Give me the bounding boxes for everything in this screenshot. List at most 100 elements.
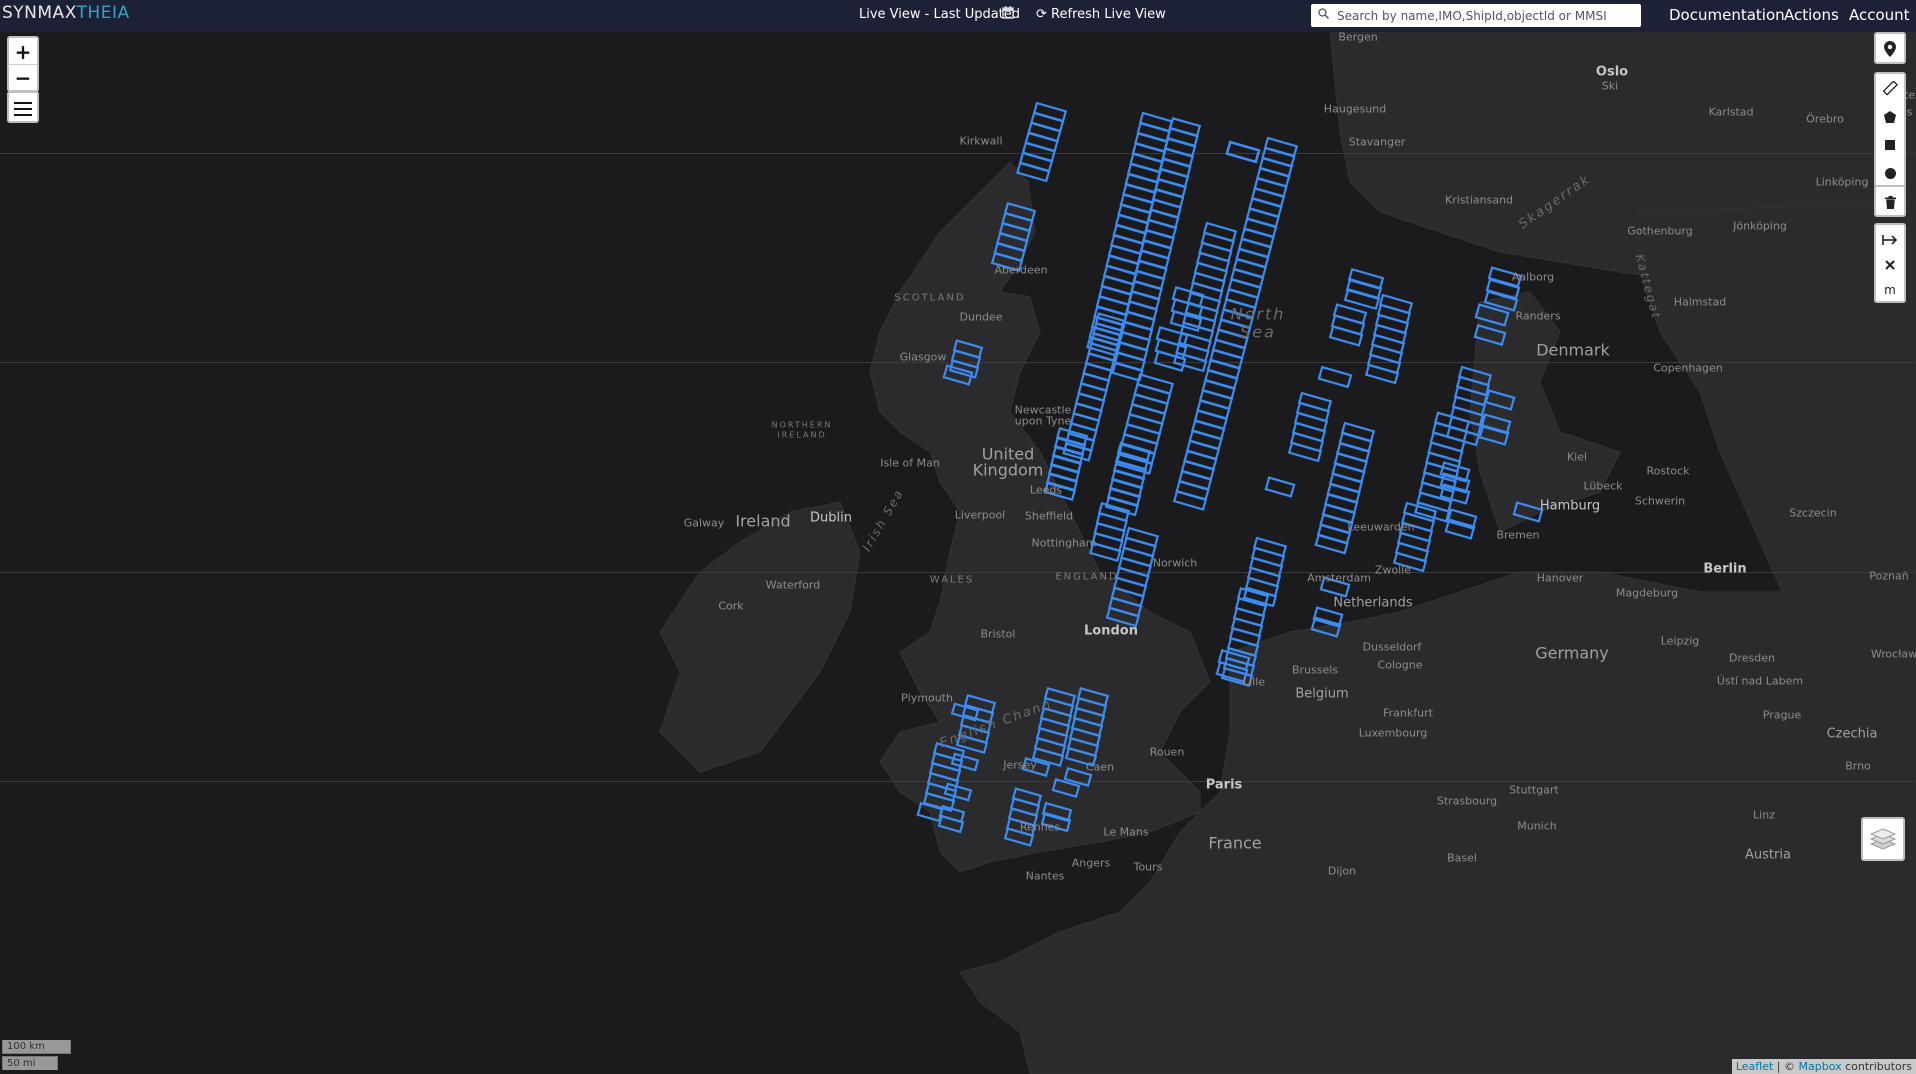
satellite-image-footprint[interactable] <box>1047 462 1081 484</box>
attribution-text: contributors <box>1841 1060 1912 1073</box>
map-label: Ústí nad Labem <box>1716 674 1804 688</box>
satellite-image-footprint[interactable] <box>1473 324 1507 346</box>
map-label: Ireland <box>735 511 791 531</box>
scale-imperial: 50 mi <box>2 1056 58 1070</box>
units-toggle-button[interactable]: m <box>1876 275 1904 305</box>
ruler-icon <box>1882 81 1898 96</box>
delete-tool-button[interactable] <box>1874 185 1906 217</box>
map-label: Linköping <box>1815 175 1869 189</box>
circle-tool-button[interactable] <box>1876 158 1904 188</box>
measure-toolbar: m <box>1874 223 1906 303</box>
satellite-image-footprint[interactable] <box>1172 490 1208 511</box>
rectangle-tool-button[interactable] <box>1876 130 1904 160</box>
actions-menu[interactable]: Actions <box>1784 6 1839 24</box>
map-label: Karlstad <box>1708 105 1754 119</box>
satellite-image-footprint[interactable] <box>1053 435 1087 457</box>
mapbox-link[interactable]: Mapbox <box>1799 1060 1842 1073</box>
map-label: Wrocław <box>1870 647 1916 661</box>
satellite-image-footprint[interactable] <box>1031 746 1065 768</box>
map-label: Brussels <box>1291 663 1339 677</box>
map-label: Berlin <box>1703 561 1747 577</box>
marker-tool-button[interactable] <box>1874 32 1906 64</box>
map-label: Jersey <box>1003 758 1037 772</box>
polygon-tool-button[interactable] <box>1876 102 1904 132</box>
satellite-image-footprint[interactable] <box>1512 501 1544 523</box>
map-label: Linz <box>1753 808 1775 822</box>
satellite-image-footprint[interactable] <box>1343 287 1381 311</box>
satellite-image-footprint[interactable] <box>937 814 965 834</box>
map-label: Waterford <box>765 578 821 592</box>
map-label: Dundee <box>959 310 1003 324</box>
map-label: Aalborg <box>1511 270 1555 284</box>
map-label: Stuttgart <box>1509 783 1559 797</box>
satellite-image-footprint[interactable] <box>1328 325 1364 347</box>
zoom-out-button[interactable]: − <box>9 64 37 92</box>
map-label: Norwich <box>1152 556 1198 570</box>
satellite-image-footprint[interactable] <box>916 801 944 823</box>
map-label: France <box>1208 833 1262 853</box>
calendar-icon[interactable] <box>1002 6 1014 23</box>
map-label: Schwerin <box>1634 494 1686 508</box>
layer-menu-button[interactable] <box>7 91 39 123</box>
satellite-image-footprint[interactable] <box>1317 365 1353 389</box>
refresh-live-view-button[interactable]: ⟳ Refresh Live View <box>1036 7 1166 22</box>
satellite-image-footprint[interactable] <box>1287 441 1323 463</box>
satellite-image-footprint[interactable] <box>1347 267 1385 291</box>
satellite-image-footprint[interactable] <box>1041 801 1073 823</box>
map-view[interactable]: Bergen Oslo Ski Väste Karlstad Örebro Es… <box>0 32 1916 1074</box>
map-label: Hanover <box>1536 571 1584 585</box>
layers-control-button[interactable] <box>1861 817 1905 861</box>
trash-icon <box>1876 187 1904 217</box>
synmax-theia-logo[interactable]: SYNMAXTHEIA <box>2 3 130 23</box>
satellite-image-footprint[interactable] <box>1110 468 1146 490</box>
map-label: Stavanger <box>1348 135 1406 149</box>
map-label: WALES <box>929 574 975 586</box>
map-label: Kingdom <box>972 460 1044 480</box>
map-label: Angers <box>1071 856 1111 870</box>
ruler-tool-button[interactable] <box>1876 74 1904 104</box>
satellite-image-footprint[interactable] <box>1264 476 1296 498</box>
account-menu[interactable]: Account <box>1849 6 1910 24</box>
satellite-image-footprint[interactable] <box>1364 363 1400 385</box>
satellite-image-footprint[interactable] <box>1345 277 1383 301</box>
leaflet-link[interactable]: Leaflet <box>1736 1060 1773 1073</box>
map-label: Oslo <box>1595 64 1629 80</box>
map-label: Lübeck <box>1583 479 1623 493</box>
map-label: Frankfurt <box>1383 706 1433 720</box>
map-label: Halmstad <box>1673 295 1727 309</box>
map-label: Germany <box>1535 643 1609 663</box>
draw-toolbar <box>1874 72 1906 188</box>
scale-metric: 100 km <box>2 1040 71 1054</box>
satellite-image-footprint[interactable] <box>1478 424 1510 446</box>
square-icon <box>1885 140 1895 150</box>
satellite-image-footprint[interactable] <box>1111 361 1144 382</box>
map-label: Rouen <box>1149 745 1185 759</box>
zoom-control: + − <box>7 36 39 92</box>
satellite-image-footprint[interactable] <box>1172 351 1208 373</box>
hamburger-menu-icon <box>14 101 32 120</box>
satellite-image-footprint[interactable] <box>1314 533 1349 555</box>
map-label: Strasbourg <box>1436 794 1498 808</box>
map-label: SCOTLAND <box>894 292 966 304</box>
satellite-image-footprint[interactable] <box>1480 413 1512 435</box>
attribution-separator: | © <box>1773 1060 1799 1073</box>
satellite-image-footprint[interactable] <box>943 782 973 802</box>
map-attribution: Leaflet | © Mapbox contributors <box>1731 1059 1916 1074</box>
search-input[interactable] <box>1335 6 1639 26</box>
satellite-image-footprint[interactable] <box>948 359 980 379</box>
map-label: Ski <box>1601 79 1619 93</box>
satellite-image-footprint[interactable] <box>1225 140 1261 164</box>
map-label: Tours <box>1133 860 1163 874</box>
satellite-image-footprint[interactable] <box>950 752 980 772</box>
satellite-image-footprint[interactable] <box>1016 161 1051 183</box>
satellite-image-footprint[interactable] <box>1106 486 1142 508</box>
satellite-image-footprint[interactable] <box>1108 477 1144 499</box>
satellite-image-footprint[interactable] <box>1484 389 1516 411</box>
zoom-in-button[interactable]: + <box>9 38 37 66</box>
refresh-label: Refresh Live View <box>1051 7 1166 22</box>
logo-accent-text: THEIA <box>76 3 130 23</box>
search-box <box>1311 4 1641 27</box>
map-label: Prague <box>1762 708 1802 722</box>
satellite-footprints-layer[interactable] <box>0 32 1916 1074</box>
documentation-link[interactable]: Documentation <box>1669 6 1785 24</box>
